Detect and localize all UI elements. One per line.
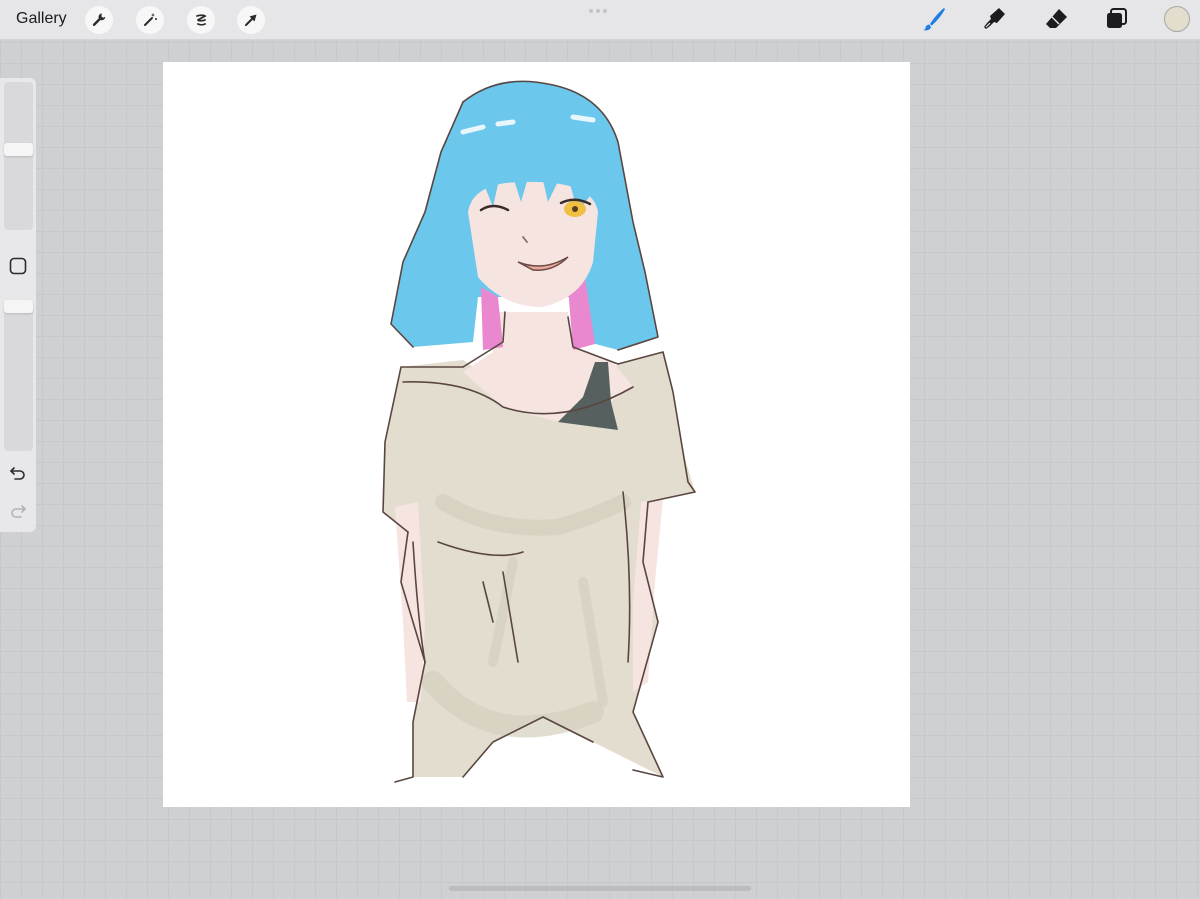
redo-button[interactable] bbox=[9, 502, 27, 520]
artwork bbox=[382, 80, 696, 783]
undo-button[interactable] bbox=[9, 464, 27, 482]
brush-size-slider[interactable] bbox=[4, 82, 33, 230]
layers-button[interactable] bbox=[1102, 4, 1132, 34]
magic-wand-icon bbox=[144, 13, 157, 26]
eraser-tool-button[interactable] bbox=[1041, 4, 1071, 34]
undo-icon bbox=[10, 467, 25, 480]
toolbar-grabber[interactable] bbox=[589, 9, 607, 13]
brush-tool-button[interactable] bbox=[919, 4, 949, 34]
adjustments-button[interactable] bbox=[136, 6, 164, 34]
drawing-canvas[interactable] bbox=[163, 62, 910, 807]
selection-icon bbox=[196, 14, 207, 26]
smudge-tool-button[interactable] bbox=[979, 4, 1009, 34]
home-indicator[interactable] bbox=[449, 886, 751, 891]
transform-button[interactable] bbox=[237, 6, 265, 34]
brush-size-slider-thumb[interactable] bbox=[4, 142, 33, 156]
gallery-button[interactable]: Gallery bbox=[16, 10, 67, 28]
modify-button[interactable] bbox=[9, 257, 27, 275]
color-picker-swatch[interactable] bbox=[1164, 6, 1190, 32]
top-toolbar: Gallery bbox=[0, 0, 1200, 40]
transform-arrow-icon bbox=[245, 14, 257, 26]
square-icon bbox=[9, 257, 27, 275]
actions-button[interactable] bbox=[85, 6, 113, 34]
opacity-slider[interactable] bbox=[4, 300, 33, 451]
opacity-slider-thumb[interactable] bbox=[4, 300, 33, 313]
smudge-icon bbox=[984, 8, 1005, 29]
paintbrush-icon bbox=[923, 8, 945, 31]
layers-icon bbox=[1107, 8, 1127, 28]
eraser-icon bbox=[1046, 9, 1067, 28]
left-sidebar bbox=[0, 78, 36, 532]
redo-icon bbox=[11, 505, 26, 518]
wrench-icon bbox=[92, 13, 106, 26]
selection-button[interactable] bbox=[187, 6, 215, 34]
